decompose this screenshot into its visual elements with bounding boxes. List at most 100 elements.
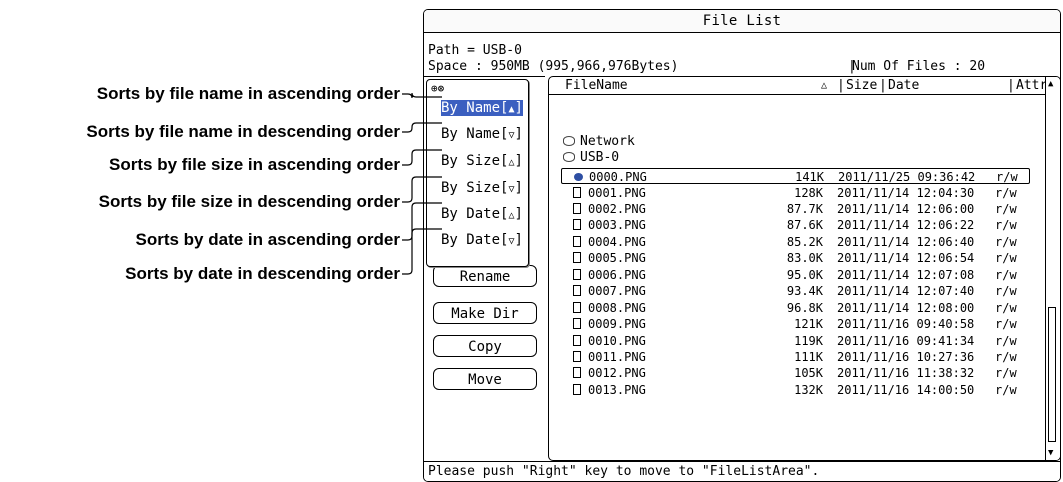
- file-icon: [573, 302, 581, 313]
- file-row[interactable]: 0000.PNG 141K 2011/11/25 09:36:42 r/w: [561, 168, 1030, 184]
- file-date: 2011/11/14 12:06:54: [837, 251, 975, 265]
- file-attr: r/w: [995, 334, 1017, 348]
- file-name: 0005.PNG: [588, 251, 646, 265]
- file-date: 2011/11/14 12:08:00: [837, 301, 975, 315]
- callout-name-asc: Sorts by file name in ascending order: [96, 84, 400, 103]
- file-name: 0008.PNG: [588, 301, 646, 315]
- file-row[interactable]: 0010.PNG 119K 2011/11/16 09:41:34 r/w: [561, 333, 1030, 349]
- bracket: ]: [514, 100, 523, 116]
- file-date: 2011/11/14 12:06:40: [837, 235, 975, 249]
- file-row[interactable]: 0005.PNG 83.0K 2011/11/14 12:06:54 r/w: [561, 250, 1030, 266]
- drive-label: Network: [580, 134, 635, 149]
- file-icon: [573, 384, 581, 395]
- sort-menu[interactable]: ⊕⊛ By Name[▲] By Name[▽] By Size[△] By Size…: [426, 79, 529, 267]
- file-row[interactable]: 0011.PNG 111K 2011/11/16 10:27:36 r/w: [561, 349, 1030, 365]
- scroll-down-arrow-icon[interactable]: ▼: [1048, 448, 1053, 458]
- file-date: 2011/11/14 12:06:22: [837, 218, 975, 232]
- scrollbar[interactable]: ▲ ▼: [1045, 77, 1060, 460]
- scroll-thumb[interactable]: [1048, 307, 1056, 442]
- file-row[interactable]: 0009.PNG 121K 2011/11/16 09:40:58 r/w: [561, 316, 1030, 332]
- col-date[interactable]: Date: [888, 77, 919, 94]
- file-attr: r/w: [995, 284, 1017, 298]
- file-attr: r/w: [995, 317, 1017, 331]
- file-size: 87.6K: [786, 218, 823, 232]
- file-attr: r/w: [995, 251, 1017, 265]
- drive-usb-0[interactable]: USB-0: [563, 150, 619, 166]
- sort-option-label: By Size: [441, 153, 501, 169]
- bracket: ]: [514, 232, 523, 248]
- file-icon: [573, 285, 581, 296]
- current-file-icon: [574, 171, 583, 182]
- file-icon: [573, 203, 581, 214]
- col-separator: |: [837, 78, 845, 93]
- col-separator: |: [879, 78, 887, 93]
- file-name: 0011.PNG: [588, 350, 646, 364]
- file-name: 0007.PNG: [588, 284, 646, 298]
- file-size: 85.2K: [786, 235, 823, 249]
- file-date: 2011/11/16 09:40:58: [837, 317, 975, 331]
- file-date: 2011/11/25 09:36:42: [838, 170, 976, 184]
- file-icon: [573, 367, 581, 378]
- file-row[interactable]: 0006.PNG 95.0K 2011/11/14 12:07:08 r/w: [561, 267, 1030, 283]
- sort-indicator: △: [821, 80, 828, 91]
- status-bar: Please push "Right" key to move to "File…: [424, 461, 1060, 481]
- sort-option-label: By Date: [441, 232, 501, 248]
- file-icon: [573, 269, 581, 280]
- space-info: Space : 950MB (995,966,976Bytes) | Num O…: [428, 59, 1056, 75]
- file-size: 96.8K: [786, 301, 823, 315]
- file-size: 83.0K: [786, 251, 823, 265]
- col-filename[interactable]: FileName: [565, 77, 628, 94]
- file-date: 2011/11/14 12:07:40: [837, 284, 975, 298]
- sort-option[interactable]: By Size[▽]: [441, 178, 523, 198]
- file-row[interactable]: 0001.PNG 128K 2011/11/14 12:04:30 r/w: [561, 185, 1030, 201]
- file-attr: r/w: [995, 218, 1017, 232]
- file-row[interactable]: 0002.PNG 87.7K 2011/11/14 12:06:00 r/w: [561, 201, 1030, 217]
- drive-icon: [563, 151, 575, 162]
- file-date: 2011/11/16 09:41:34: [837, 334, 975, 348]
- callout-date-desc: Sorts by date in descending order: [125, 264, 400, 283]
- file-name: 0013.PNG: [588, 383, 646, 397]
- bracket: ]: [514, 153, 523, 169]
- col-attr[interactable]: Attr: [1016, 77, 1047, 94]
- file-size: 132K: [794, 383, 823, 397]
- move-button[interactable]: Move: [433, 368, 537, 390]
- scroll-up-arrow-icon[interactable]: ▲: [1048, 79, 1053, 89]
- file-attr: r/w: [996, 170, 1018, 184]
- space-label: Space : 950MB (995,966,976Bytes): [428, 59, 679, 74]
- drive-icon: [563, 135, 575, 146]
- file-name: 0004.PNG: [588, 235, 646, 249]
- make-dir-button[interactable]: Make Dir: [433, 302, 537, 324]
- column-header: FileName △ | Size | Date | Attr: [549, 77, 1047, 95]
- file-row[interactable]: 0007.PNG 93.4K 2011/11/14 12:07:40 r/w: [561, 283, 1030, 299]
- sort-option[interactable]: By Date[▽]: [441, 230, 523, 250]
- callout-size-asc: Sorts by file size in ascending order: [109, 155, 400, 174]
- sort-option[interactable]: By Date[△]: [441, 204, 523, 224]
- drive-network[interactable]: Network: [563, 134, 635, 150]
- file-name: 0003.PNG: [588, 218, 646, 232]
- file-date: 2011/11/14 12:07:08: [837, 268, 975, 282]
- file-row[interactable]: 0012.PNG 105K 2011/11/16 11:38:32 r/w: [561, 365, 1030, 381]
- file-list-area[interactable]: FileName △ | Size | Date | Attr Network …: [548, 76, 1060, 461]
- file-row[interactable]: 0003.PNG 87.6K 2011/11/14 12:06:22 r/w: [561, 217, 1030, 233]
- file-date: 2011/11/16 14:00:50: [837, 383, 975, 397]
- file-attr: r/w: [995, 366, 1017, 380]
- file-row[interactable]: 0008.PNG 96.8K 2011/11/14 12:08:00 r/w: [561, 300, 1030, 316]
- sort-option[interactable]: By Name[▲]: [441, 98, 523, 118]
- col-size[interactable]: Size: [846, 77, 877, 94]
- sort-option[interactable]: By Size[△]: [441, 151, 523, 171]
- window-title: File List: [424, 10, 1060, 33]
- file-size: 87.7K: [786, 202, 823, 216]
- copy-button[interactable]: Copy: [433, 335, 537, 357]
- file-row[interactable]: 0013.PNG 132K 2011/11/16 14:00:50 r/w: [561, 382, 1030, 398]
- sort-option[interactable]: By Name[▽]: [441, 124, 523, 144]
- file-attr: r/w: [995, 186, 1017, 200]
- rotary-set-icon: ⊕⊛: [431, 82, 445, 95]
- rename-button[interactable]: Rename: [433, 265, 537, 287]
- file-date: 2011/11/16 11:38:32: [837, 366, 975, 380]
- file-size: 95.0K: [786, 268, 823, 282]
- sort-option-label: By Date: [441, 206, 501, 222]
- file-icon: [573, 187, 581, 198]
- file-row[interactable]: 0004.PNG 85.2K 2011/11/14 12:06:40 r/w: [561, 234, 1030, 250]
- file-name: 0009.PNG: [588, 317, 646, 331]
- callout-name-desc: Sorts by file name in descending order: [86, 122, 400, 141]
